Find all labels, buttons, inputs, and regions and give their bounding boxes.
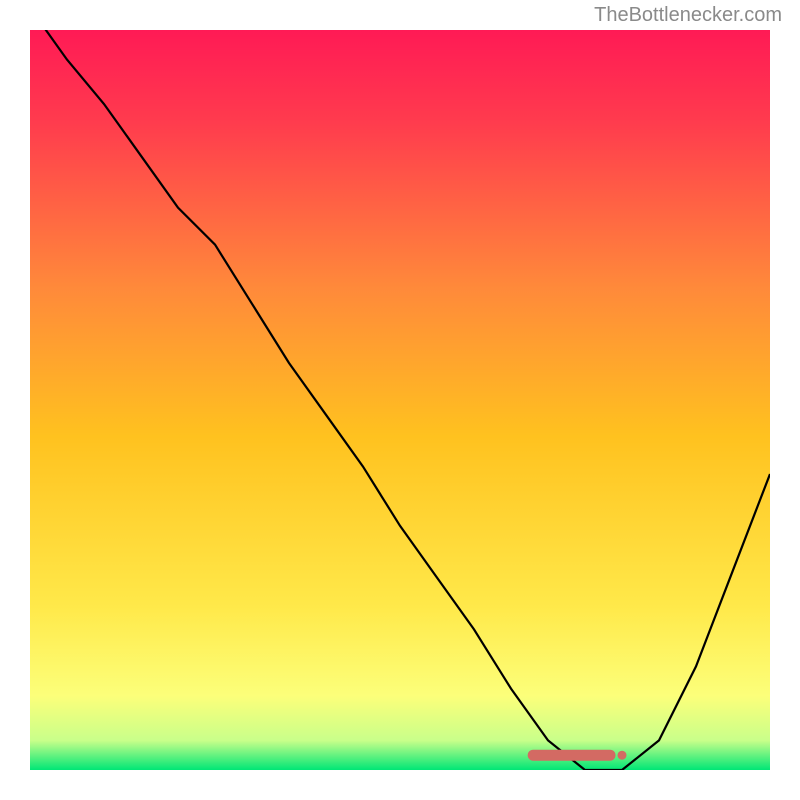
gradient-background: [30, 30, 770, 770]
watermark-text: TheBottlenecker.com: [594, 4, 782, 27]
chart-svg: [30, 30, 770, 770]
chart-container: [30, 30, 770, 770]
highlight-marker-dot: [618, 751, 627, 760]
